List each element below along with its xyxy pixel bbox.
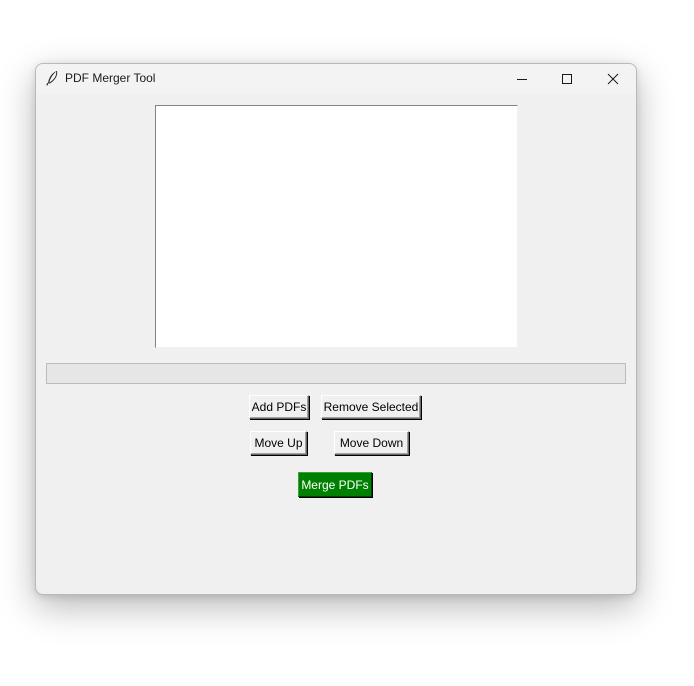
app-window: PDF Merger Tool Add PDFs Remove Selected… [35,63,637,595]
title-bar[interactable]: PDF Merger Tool [36,64,636,94]
minimize-button[interactable] [499,64,545,94]
merge-pdfs-button[interactable]: Merge PDFs [298,472,372,497]
move-down-button[interactable]: Move Down [334,431,409,455]
maximize-button[interactable] [544,64,590,94]
move-up-button[interactable]: Move Up [250,431,307,455]
close-button[interactable] [590,64,636,94]
feather-icon [45,70,59,86]
close-icon [607,73,619,85]
window-title: PDF Merger Tool [65,71,156,85]
minimize-icon [516,73,528,85]
desktop: PDF Merger Tool Add PDFs Remove Selected… [0,0,694,686]
merge-progress-bar [46,363,626,384]
maximize-icon [561,73,573,85]
remove-selected-button[interactable]: Remove Selected [321,395,421,419]
pdf-file-list[interactable] [155,105,518,348]
add-pdfs-button[interactable]: Add PDFs [249,395,309,419]
